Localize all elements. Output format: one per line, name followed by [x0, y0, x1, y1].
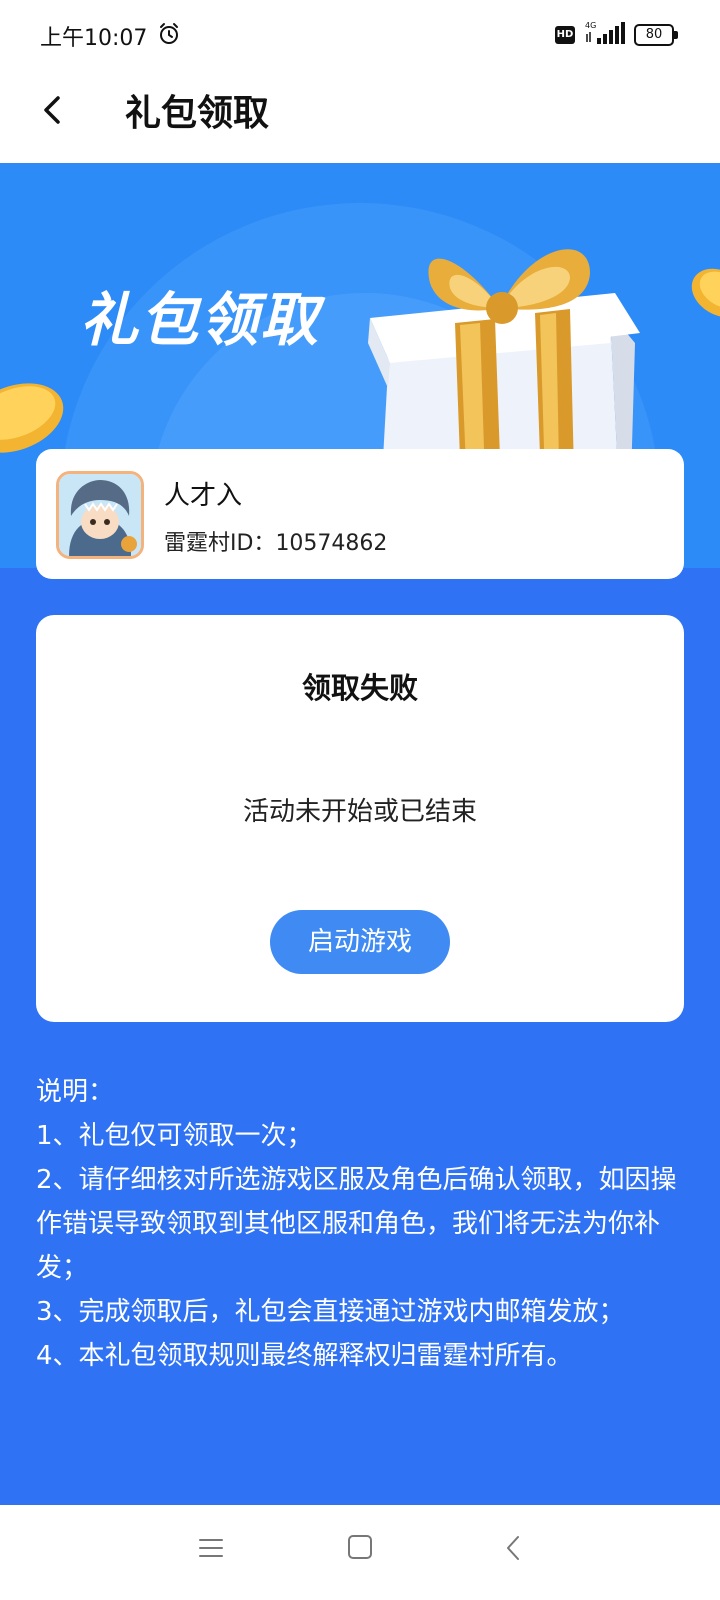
notes-item: 4、本礼包领取规则最终解释权归雷霆村所有。 [36, 1341, 573, 1371]
launch-game-button[interactable]: 启动游戏 [270, 910, 450, 974]
avatar [56, 471, 144, 559]
result-title: 领取失败 [301, 671, 418, 705]
battery-level: 80 [634, 24, 674, 46]
signal-icon: 4G [585, 21, 625, 44]
page-title: 礼包领取 [125, 93, 270, 134]
result-message: 活动未开始或已结束 [242, 797, 477, 827]
status-bar: 上午10:07 HD 4G 80 [0, 0, 720, 70]
user-name: 人才入 [164, 481, 243, 511]
notes-item: 1、礼包仅可领取一次； [36, 1121, 313, 1151]
back-icon[interactable] [38, 90, 68, 130]
notes-heading: 说明： [36, 1077, 115, 1107]
system-nav-bar [0, 1505, 720, 1600]
network-label: 4G [585, 21, 596, 30]
user-id-value: 10574862 [275, 531, 388, 556]
hd-icon: HD [555, 26, 575, 44]
notes-section: 说明： 1、礼包仅可领取一次； 2、请仔细核对所选游戏区服及角色后确认领取，如因… [36, 1070, 686, 1378]
notes-item: 2、请仔细核对所选游戏区服及角色后确认领取，如因操作错误导致领取到其他区服和角色… [36, 1165, 677, 1283]
user-id-label: 雷霆村ID： [164, 531, 276, 556]
status-time: 上午10:07 [40, 26, 148, 51]
notes-item: 3、完成领取后，礼包会直接通过游戏内邮箱发放； [36, 1297, 625, 1327]
home-icon[interactable] [347, 1534, 373, 1560]
result-card: 领取失败 活动未开始或已结束 启动游戏 [36, 615, 684, 1022]
nav-bar: 礼包领取 [0, 70, 720, 163]
menu-icon[interactable] [198, 1535, 224, 1561]
alarm-icon [160, 23, 178, 44]
user-card: 人才入 雷霆村ID：10574862 [36, 449, 684, 579]
battery-icon: 80 [634, 24, 678, 46]
back-icon[interactable] [503, 1534, 523, 1562]
user-id: 雷霆村ID：10574862 [164, 525, 387, 557]
